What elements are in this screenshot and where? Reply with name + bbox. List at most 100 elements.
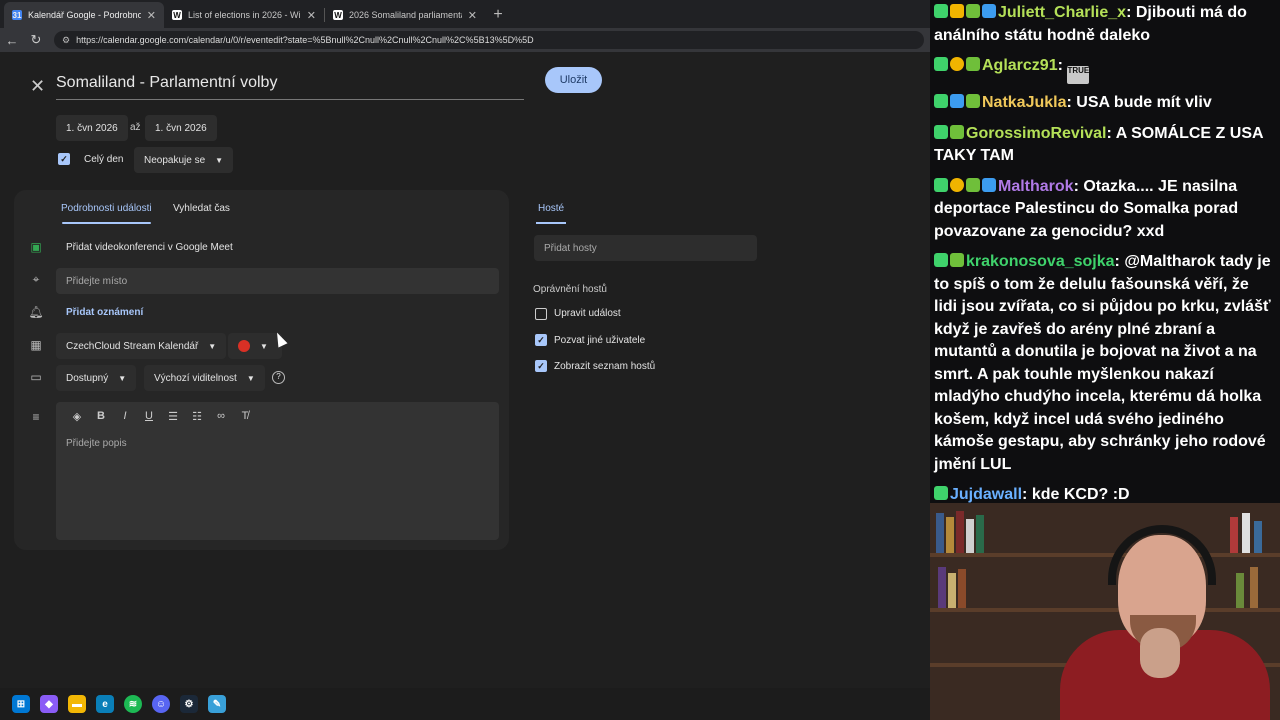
- location-input[interactable]: Přidejte místo: [56, 268, 499, 294]
- tab-title: 2026 Somaliland parliamentary el: [349, 10, 462, 20]
- book: [956, 511, 964, 553]
- description-editor[interactable]: ◈ B I U ☰ ☷ ∞ T̸ Přidejte popis: [56, 402, 499, 540]
- book: [1230, 517, 1238, 553]
- colon: :: [1066, 94, 1077, 111]
- ai-assist-icon[interactable]: ◈: [70, 410, 84, 423]
- book: [936, 513, 944, 553]
- permission-checkbox-invite[interactable]: ✓: [535, 334, 547, 346]
- taskbar: ⊞ ◆ ▬ e ≋ ☺ ⚙ ✎: [0, 688, 930, 720]
- chevron-down-icon: ▼: [215, 155, 224, 165]
- notepad-icon[interactable]: ✎: [208, 695, 226, 713]
- copilot-icon[interactable]: ◆: [40, 695, 58, 713]
- close-tab-icon[interactable]: ✕: [147, 9, 156, 22]
- tab-event-details[interactable]: Podrobnosti události: [61, 203, 152, 214]
- add-meet-button[interactable]: Přidat videokonferenci v Google Meet: [66, 242, 233, 253]
- permission-checkbox-see-list[interactable]: ✓: [535, 360, 547, 372]
- badge-icon: [934, 57, 948, 71]
- numbered-list-icon[interactable]: ☰: [166, 410, 180, 423]
- chevron-down-icon: ▼: [118, 373, 127, 383]
- site-info-icon[interactable]: ⚙: [62, 35, 70, 46]
- coin-badge-icon: [950, 177, 964, 192]
- bold-icon[interactable]: B: [94, 410, 108, 423]
- start-menu-icon[interactable]: ⊞: [12, 695, 30, 713]
- event-title-input[interactable]: Somaliland - Parlamentní volby: [56, 68, 524, 100]
- badge-icon: [934, 253, 948, 267]
- briefcase-icon: ▭: [30, 370, 42, 384]
- badge-icon: [934, 177, 948, 192]
- bullet-list-icon[interactable]: ☷: [190, 410, 204, 423]
- coin-badge-icon: [950, 57, 964, 71]
- close-tab-icon[interactable]: ✕: [307, 9, 316, 22]
- badge-icon: [934, 486, 948, 500]
- spotify-icon[interactable]: ≋: [124, 695, 142, 713]
- italic-icon[interactable]: I: [118, 410, 132, 423]
- close-tab-icon[interactable]: ✕: [468, 9, 477, 22]
- repeat-dropdown[interactable]: Neopakuje se ▼: [134, 147, 234, 173]
- file-explorer-icon[interactable]: ▬: [68, 695, 86, 713]
- permission-checkbox-modify[interactable]: [535, 308, 547, 320]
- add-guests-input[interactable]: Přidat hosty: [534, 235, 757, 261]
- tab-wikipedia-elections[interactable]: W List of elections in 2026 - Wikipedi ✕: [164, 2, 324, 28]
- badge-icon: [934, 94, 948, 108]
- book: [948, 573, 956, 608]
- url-text: https://calendar.google.com/calendar/u/0…: [76, 35, 534, 45]
- visibility-dropdown[interactable]: Výchozí viditelnost ▼: [144, 365, 265, 391]
- tab-title: Kalendář Google - Podrobnosti ud: [28, 10, 141, 20]
- availability-value: Dostupný: [66, 372, 109, 384]
- description-lines-icon: ≡: [32, 410, 40, 424]
- chat-message: NatkaJukla: USA bude mít vliv: [934, 92, 1276, 115]
- help-icon[interactable]: ?: [272, 371, 285, 384]
- chat-username[interactable]: krakonosova_sojka: [966, 253, 1115, 270]
- tab-google-calendar[interactable]: 31 Kalendář Google - Podrobnosti ud ✕: [4, 2, 164, 28]
- start-date-button[interactable]: 1. čvn 2026: [56, 115, 128, 141]
- clear-format-icon[interactable]: T̸: [238, 410, 252, 423]
- chat-message: Maltharok: Otazka.... JE nasilna deporta…: [934, 176, 1276, 244]
- chat-text: USA bude mít vliv: [1076, 94, 1212, 111]
- leaf-badge-icon: [966, 177, 980, 192]
- leaf-badge-icon: [950, 253, 964, 267]
- date-range-separator: až: [130, 122, 141, 133]
- chat-username[interactable]: Maltharok: [998, 178, 1074, 195]
- chat-username[interactable]: Jujdawall: [950, 486, 1022, 503]
- book: [958, 569, 966, 608]
- calendar-event-editor: ✕ Somaliland - Parlamentní volby Uložit …: [0, 52, 930, 688]
- reload-icon[interactable]: ↻: [24, 32, 48, 48]
- chat-username[interactable]: Juliett_Charlie_x: [998, 4, 1126, 21]
- calendar-favicon-icon: 31: [12, 10, 22, 20]
- end-date-button[interactable]: 1. čvn 2026: [145, 115, 217, 141]
- stream-chat-overlay: Juliett_Charlie_x: Djibouti má do anální…: [930, 0, 1280, 503]
- book: [976, 515, 984, 553]
- bell-icon: 🔔︎: [28, 305, 44, 319]
- streamer-hand: [1140, 628, 1180, 678]
- calendar-dropdown[interactable]: CzechCloud Stream Kalendář ▼: [56, 333, 227, 359]
- back-icon[interactable]: ←: [0, 33, 24, 48]
- book: [966, 519, 974, 553]
- discord-icon[interactable]: ☺: [152, 695, 170, 713]
- add-notification-link[interactable]: Přidat oznámení: [66, 307, 143, 318]
- chevron-down-icon: ▼: [246, 373, 255, 383]
- edge-browser-icon[interactable]: e: [96, 695, 114, 713]
- tab-wikipedia-somaliland[interactable]: W 2026 Somaliland parliamentary el ✕: [325, 2, 485, 28]
- new-tab-button[interactable]: +: [485, 2, 511, 28]
- chevron-down-icon: ▼: [208, 341, 217, 351]
- colon: :: [1022, 486, 1032, 503]
- close-icon[interactable]: ✕: [30, 76, 45, 97]
- all-day-label: Celý den: [84, 154, 124, 165]
- tab-title: List of elections in 2026 - Wikipedi: [188, 10, 301, 20]
- tab-find-time[interactable]: Vyhledat čas: [173, 203, 230, 214]
- steam-icon[interactable]: ⚙: [180, 695, 198, 713]
- guest-permissions-title: Oprávnění hostů: [533, 284, 607, 295]
- availability-dropdown[interactable]: Dostupný ▼: [56, 365, 137, 391]
- description-placeholder: Přidejte popis: [66, 438, 127, 449]
- save-button[interactable]: Uložit: [545, 67, 602, 93]
- link-icon[interactable]: ∞: [214, 410, 228, 423]
- chat-username[interactable]: GorossimoRevival: [966, 125, 1107, 142]
- leaf-badge-icon: [966, 94, 980, 108]
- underline-icon[interactable]: U: [142, 410, 156, 423]
- location-pin-icon: ⌖: [32, 271, 40, 286]
- all-day-checkbox[interactable]: ✓: [58, 153, 70, 165]
- chat-username[interactable]: Aglarcz91: [982, 57, 1058, 74]
- url-field[interactable]: ⚙ https://calendar.google.com/calendar/u…: [54, 31, 924, 49]
- chat-username[interactable]: NatkaJukla: [982, 94, 1067, 111]
- tab-guests[interactable]: Hosté: [538, 203, 564, 214]
